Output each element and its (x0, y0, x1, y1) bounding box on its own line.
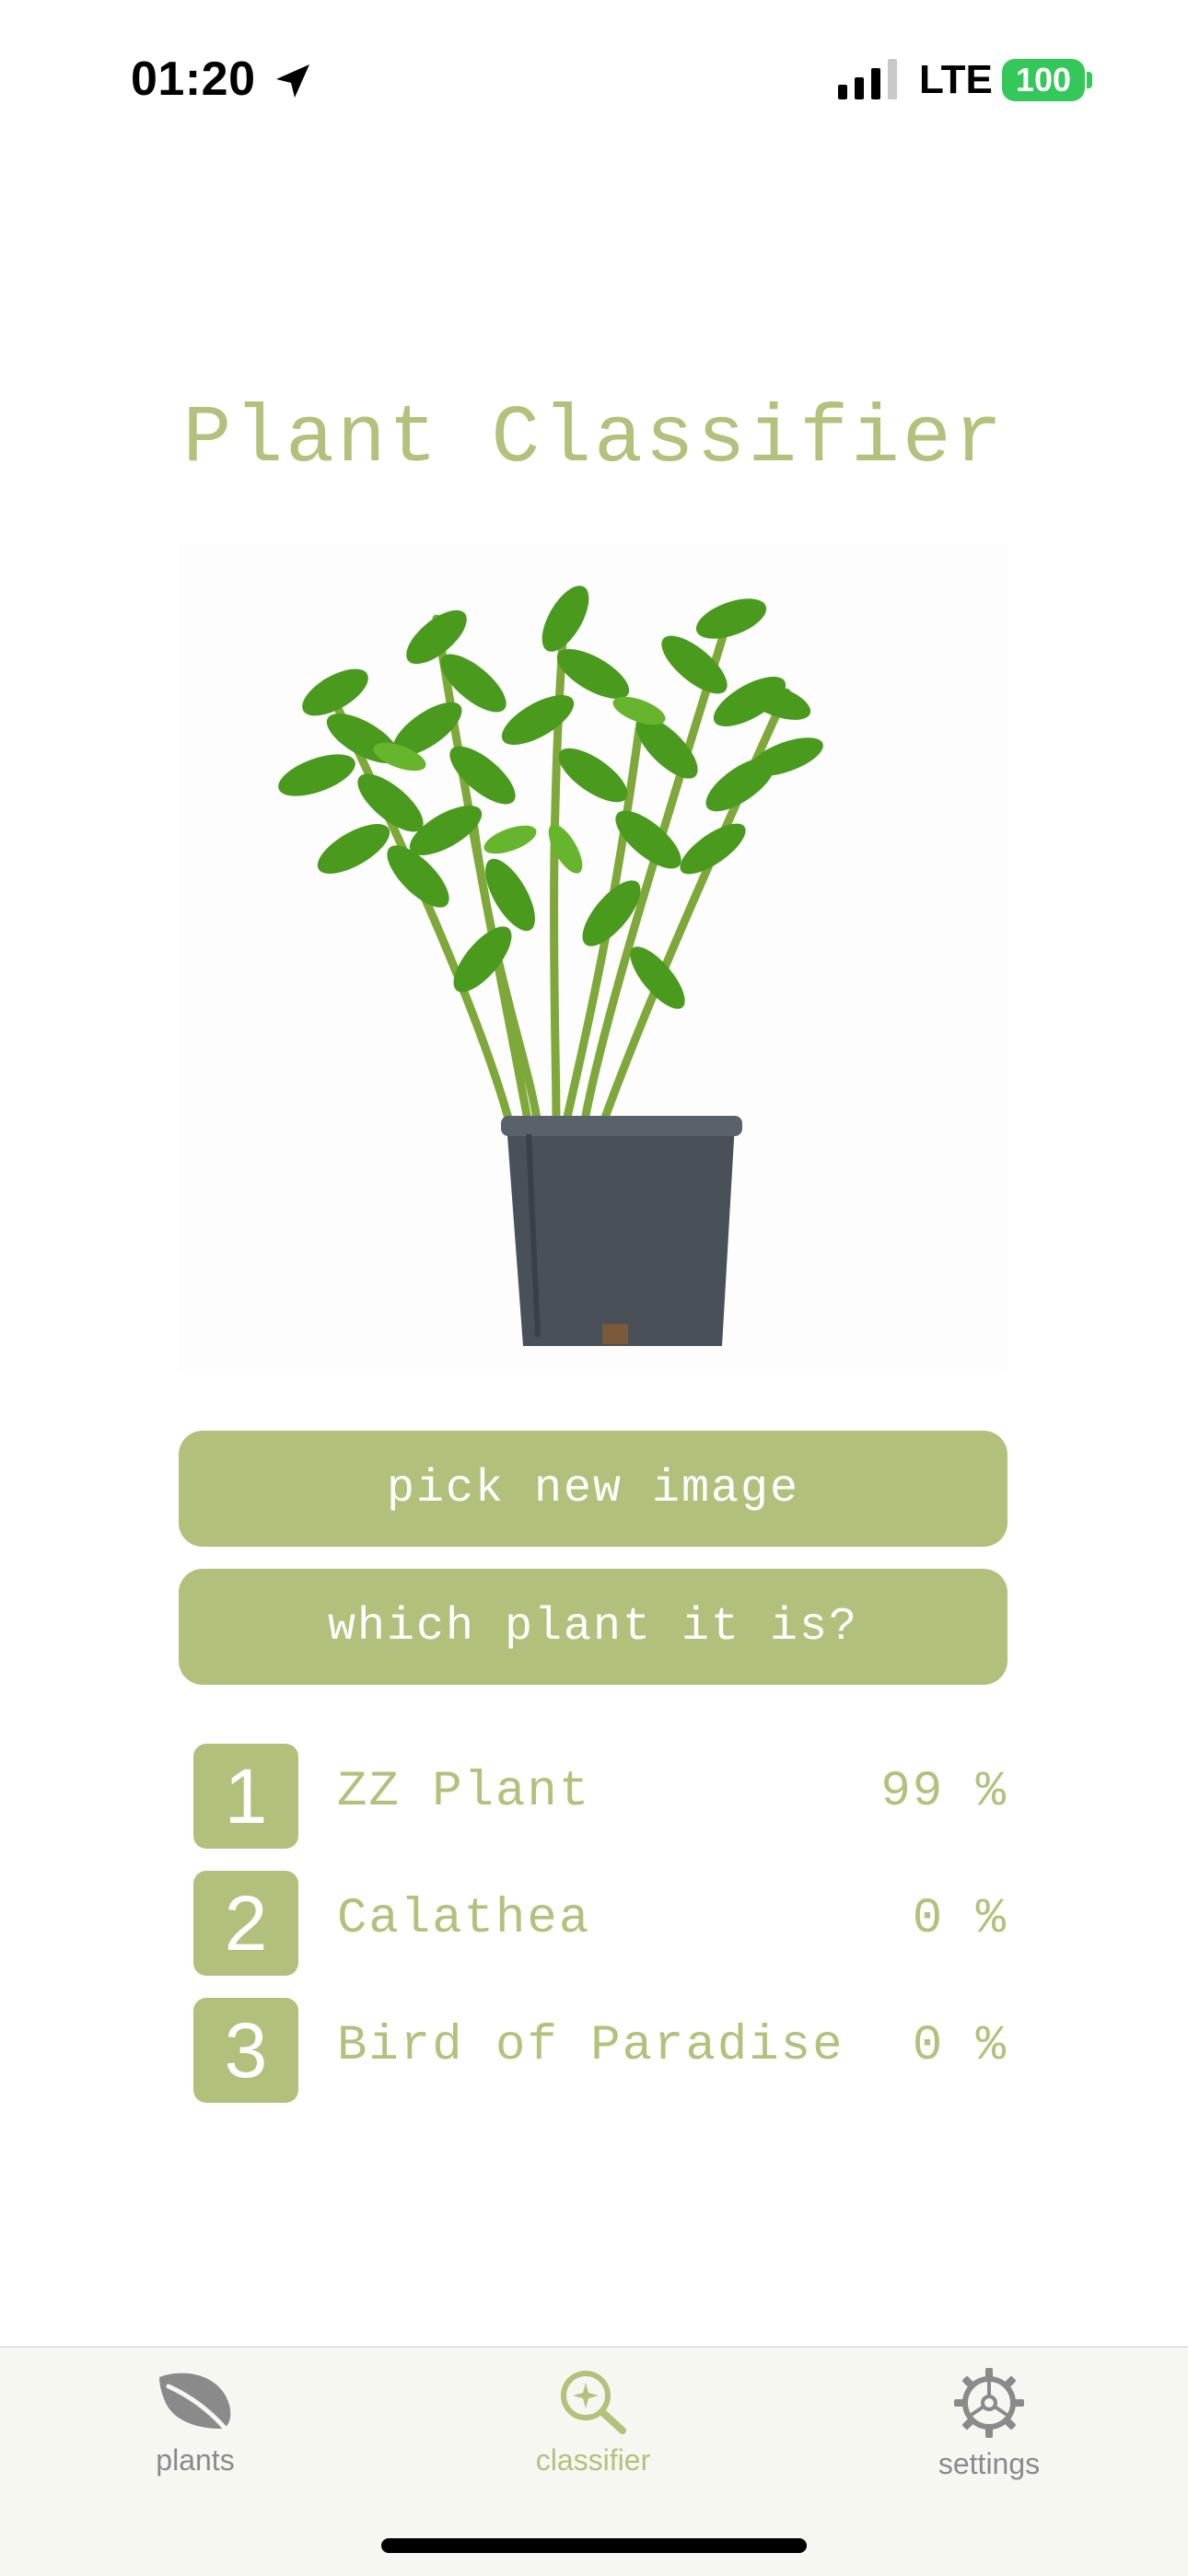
network-type: LTE (919, 57, 993, 102)
location-arrow-icon (276, 64, 309, 98)
battery-level: 100 (1015, 61, 1072, 99)
leaf-icon (159, 2373, 231, 2430)
cellular-signal-icon (838, 59, 897, 99)
result-percent: 99 % (880, 1764, 1007, 1820)
result-name: Calathea (337, 1891, 591, 1947)
page-title: Plant Classifier (182, 394, 1006, 485)
classify-button[interactable]: which plant it is? (179, 1569, 1007, 1685)
tab-settings[interactable]: settings (869, 2368, 1109, 2481)
magnifier-sparkle-icon (561, 2371, 626, 2434)
tab-plants[interactable]: plants (76, 2368, 315, 2477)
result-percent: 0 % (912, 1891, 1007, 1947)
result-name: ZZ Plant (337, 1764, 591, 1820)
result-row: 1 ZZ Plant 99 % (193, 1744, 1007, 1849)
result-percent: 0 % (912, 2018, 1007, 2074)
plant-photo (179, 545, 1007, 1374)
tab-label: plants (156, 2443, 235, 2477)
status-time: 01:20 (131, 52, 256, 106)
battery-cap (1087, 72, 1092, 88)
pick-new-image-button[interactable]: pick new image (179, 1431, 1007, 1547)
rank-badge: 1 (193, 1744, 298, 1849)
tab-label: classifier (535, 2443, 651, 2477)
rank-badge: 3 (193, 1998, 298, 2103)
result-row: 3 Bird of Paradise 0 % (193, 1998, 1007, 2103)
tab-classifier[interactable]: classifier (473, 2368, 713, 2477)
result-row: 2 Calathea 0 % (193, 1871, 1007, 1976)
home-indicator[interactable] (381, 2538, 807, 2553)
gear-icon (954, 2368, 1024, 2438)
battery-indicator: 100 (1002, 59, 1085, 101)
result-name: Bird of Paradise (337, 2018, 844, 2074)
tab-label: settings (938, 2447, 1041, 2480)
rank-badge: 2 (193, 1871, 298, 1976)
